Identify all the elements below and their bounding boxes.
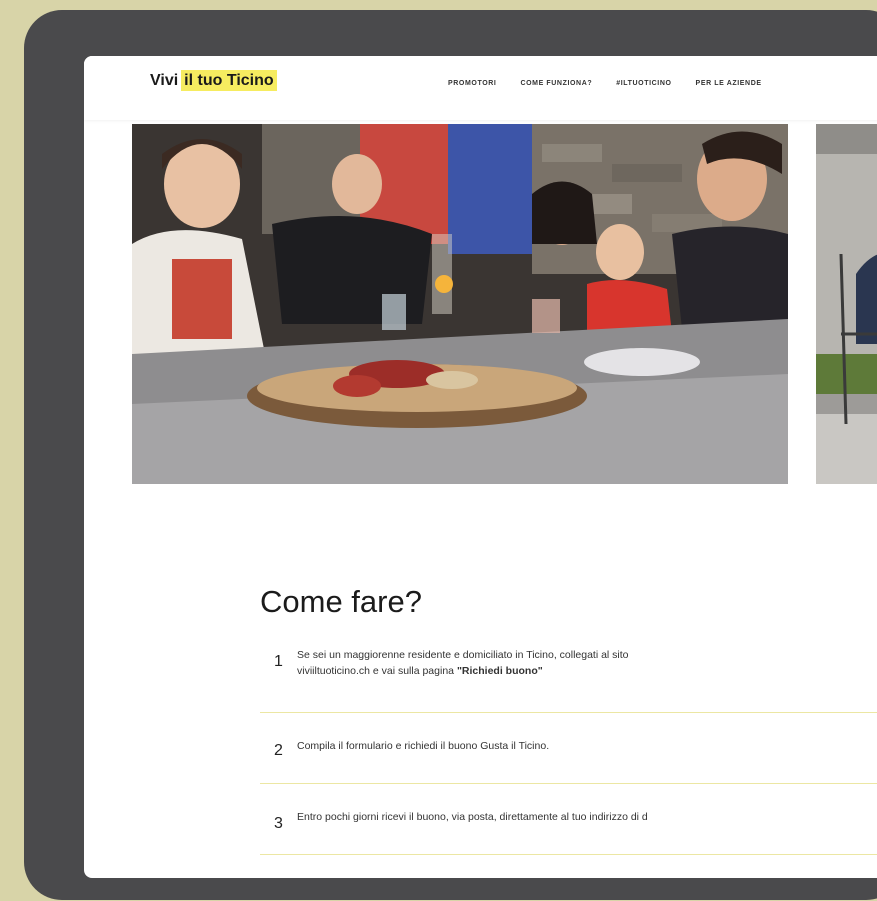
logo-text: Vivi: [150, 72, 179, 89]
step-text-line: viviiltuoticino.ch e vai sulla pagina "R…: [297, 664, 629, 680]
step-text-line: Se sei un maggiorenne residente e domici…: [297, 649, 629, 661]
step-item: 3 Entro pochi giorni ricevi il buono, vi…: [260, 784, 877, 855]
top-navbar: Vivi il tuo Ticino PROMOTORI COME FUNZION…: [84, 56, 877, 120]
step-text: Se sei un maggiorenne residente e domici…: [297, 648, 629, 680]
site-logo[interactable]: Vivi il tuo Ticino: [150, 70, 277, 91]
tablet-frame: Vivi il tuo Ticino PROMOTORI COME FUNZION…: [24, 10, 877, 900]
nav-item-iltuoticino[interactable]: #ILTUOTICINO: [616, 80, 671, 87]
step-bold-text: "Richiedi buono": [456, 664, 543, 677]
step-item: 1 Se sei un maggiorenne residente e domi…: [260, 638, 877, 713]
section-title: Come fare?: [260, 584, 422, 619]
step-text: Entro pochi giorni ricevi il buono, via …: [297, 811, 648, 823]
nav-item-per-le-aziende[interactable]: PER LE AZIENDE: [696, 80, 762, 87]
main-nav: PROMOTORI COME FUNZIONA? #ILTUOTICINO PE…: [448, 80, 762, 87]
step-item: 2 Compila il formulario e richiedi il bu…: [260, 713, 877, 784]
step-text: Compila il formulario e richiedi il buon…: [297, 740, 550, 752]
step-number: 3: [274, 815, 283, 832]
step-number: 2: [274, 742, 283, 759]
logo-highlight-text: il tuo Ticino: [181, 70, 277, 91]
nav-item-come-funziona[interactable]: COME FUNZIONA?: [520, 80, 592, 87]
steps-list: 1 Se sei un maggiorenne residente e domi…: [260, 638, 877, 855]
step-number: 1: [274, 653, 283, 670]
hero-photo-family-dinner: [132, 124, 788, 484]
secondary-photo-outdoor: [816, 124, 877, 484]
step-link-text[interactable]: viviiltuoticino.ch e vai sulla pagina: [297, 665, 454, 677]
nav-item-promotori[interactable]: PROMOTORI: [448, 80, 496, 87]
browser-screen: Vivi il tuo Ticino PROMOTORI COME FUNZION…: [84, 56, 877, 878]
